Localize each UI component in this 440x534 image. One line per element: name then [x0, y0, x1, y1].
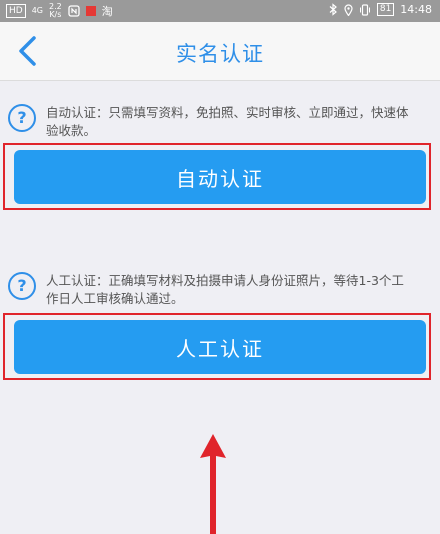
network-speed: 2.2 K/s: [49, 3, 62, 19]
network-icon: 4G: [31, 6, 43, 15]
page-title: 实名认证: [176, 42, 264, 66]
status-time: 14:48: [400, 3, 432, 16]
hd-icon: HD: [6, 4, 26, 18]
notification-icon: [85, 6, 96, 16]
battery-indicator: 81: [376, 3, 395, 16]
speed-unit: K/s: [49, 10, 62, 19]
auto-description: 自动认证：只需填写资料，免拍照、实时审核、立即通过，快速体 验收款。: [46, 105, 409, 138]
auto-verify-button[interactable]: 自动认证: [14, 150, 426, 204]
manual-verify-button[interactable]: 人工认证: [14, 320, 426, 374]
nav-bar: 实名认证: [0, 22, 440, 81]
bluetooth-icon: [329, 3, 337, 16]
vibrate-icon: [359, 3, 370, 16]
manual-help-row: ? 人工认证：正确填写材料及拍摄申请人身份证照片，等待1-3个工 作日人工审核确…: [8, 272, 438, 308]
question-circle-icon[interactable]: ?: [8, 104, 36, 132]
auto-help-row: ? 自动认证：只需填写资料，免拍照、实时审核、立即通过，快速体 验收款。: [8, 104, 438, 140]
status-bar: HD 4G 2.2 K/s 淘 81 14:48: [0, 0, 440, 22]
location-icon: [344, 3, 353, 16]
taobao-app-label: 淘: [101, 5, 113, 18]
red-arrow-annotation: [200, 434, 226, 534]
nfc-icon: [68, 5, 80, 17]
manual-description: 人工认证：正确填写材料及拍摄申请人身份证照片，等待1-3个工 作日人工审核确认通…: [46, 273, 404, 306]
question-circle-icon[interactable]: ?: [8, 272, 36, 300]
